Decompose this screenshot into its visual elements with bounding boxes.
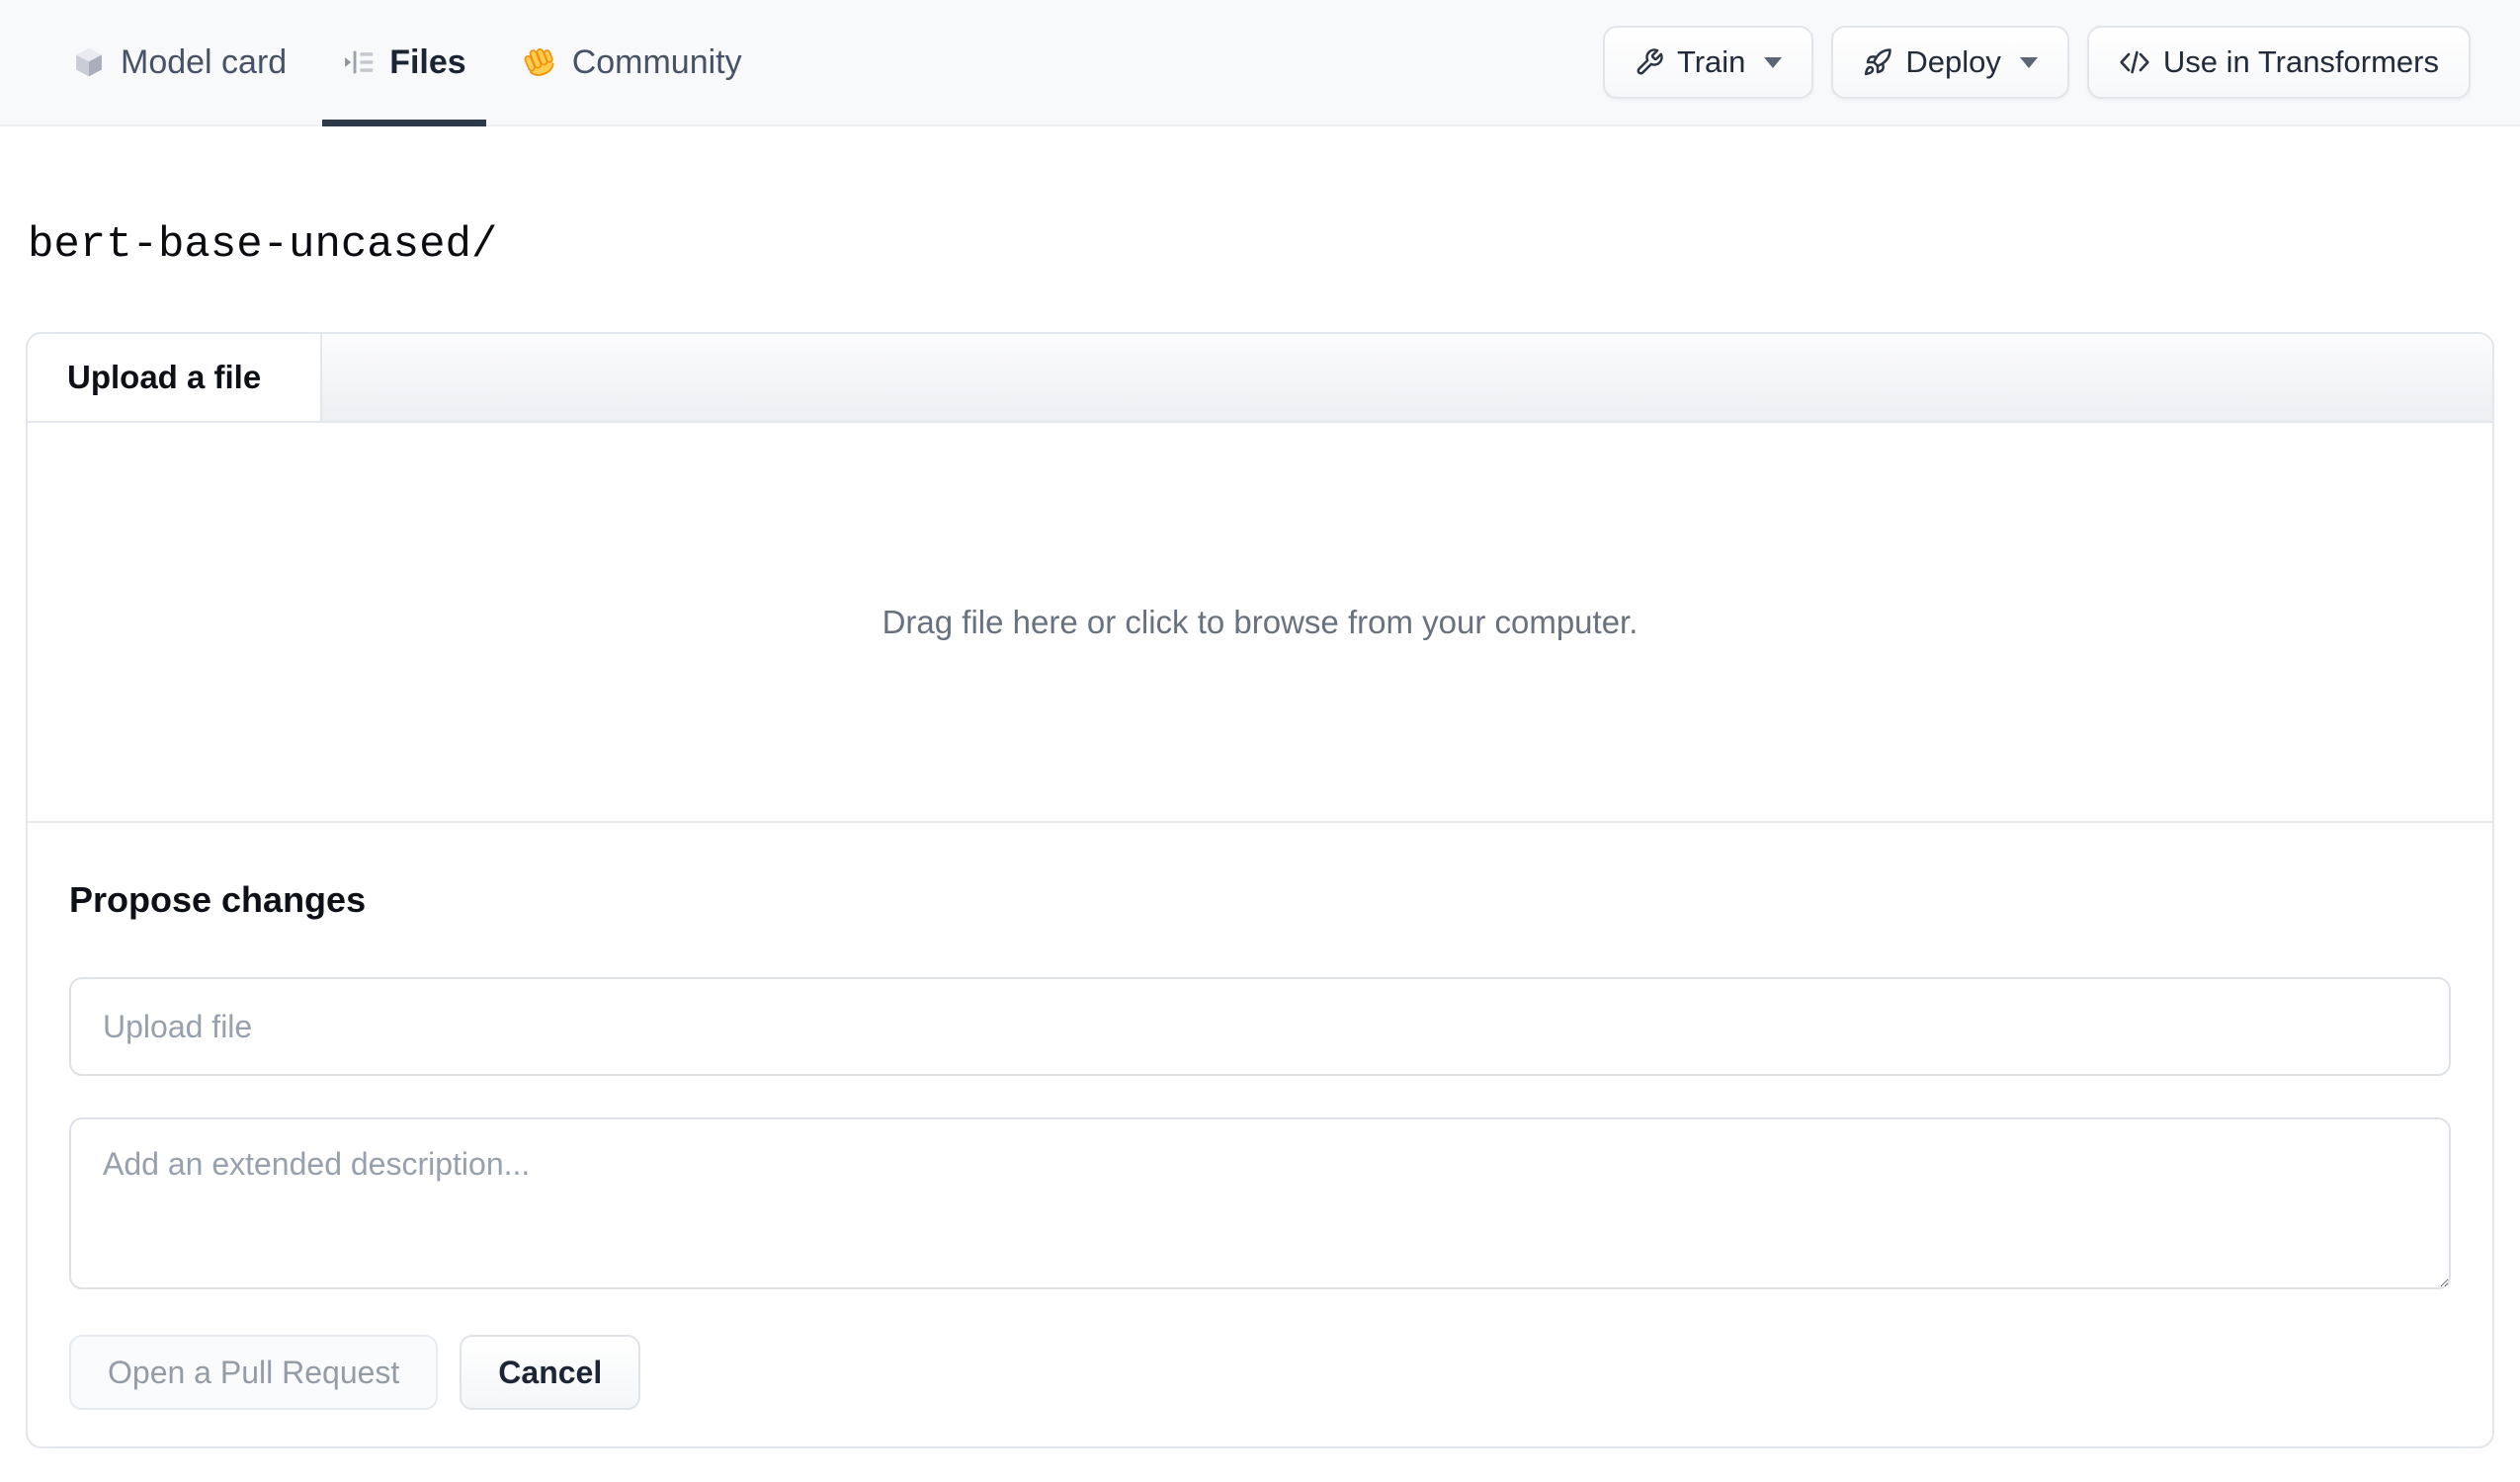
tab-files[interactable]: Files bbox=[322, 0, 487, 126]
rocket-icon bbox=[1863, 47, 1892, 77]
filename-input[interactable] bbox=[69, 977, 2451, 1076]
tab-community-label: Community bbox=[571, 42, 742, 81]
train-button-label: Train bbox=[1676, 44, 1746, 79]
cancel-button[interactable]: Cancel bbox=[460, 1335, 641, 1410]
dropzone-text: Drag file here or click to browse from y… bbox=[882, 603, 1638, 640]
propose-changes-section: Propose changes Open a Pull Request Canc… bbox=[28, 821, 2492, 1446]
open-pull-request-button[interactable]: Open a Pull Request bbox=[69, 1335, 439, 1410]
repo-tab-bar: Model card Files Community bbox=[51, 0, 762, 126]
deploy-button[interactable]: Deploy bbox=[1831, 26, 2069, 99]
train-button[interactable]: Train bbox=[1602, 26, 1814, 99]
tab-model-card-label: Model card bbox=[121, 42, 288, 81]
code-icon bbox=[2119, 46, 2150, 78]
propose-changes-heading: Propose changes bbox=[69, 879, 367, 920]
repo-action-buttons: Train Deploy Use in Transformers bbox=[1602, 0, 2471, 124]
list-tree-icon bbox=[342, 45, 376, 79]
upload-card: Upload a file Drag file here or click to… bbox=[26, 332, 2494, 1448]
wrench-icon bbox=[1635, 47, 1664, 77]
use-in-transformers-button[interactable]: Use in Transformers bbox=[2086, 26, 2471, 99]
upload-card-tabstrip: Upload a file bbox=[28, 334, 2492, 423]
chevron-down-icon bbox=[1764, 56, 1783, 68]
use-in-transformers-label: Use in Transformers bbox=[2162, 44, 2439, 79]
breadcrumb[interactable]: bert-base-uncased/ bbox=[28, 219, 497, 271]
tab-upload-a-file[interactable]: Upload a file bbox=[28, 334, 322, 421]
tab-model-card[interactable]: Model card bbox=[51, 0, 306, 124]
tab-files-label: Files bbox=[389, 42, 466, 81]
deploy-button-label: Deploy bbox=[1905, 44, 2001, 79]
waving-hand-icon bbox=[522, 44, 558, 81]
propose-actions-row: Open a Pull Request Cancel bbox=[69, 1335, 2451, 1410]
cube-icon bbox=[71, 44, 107, 80]
repo-header: Model card Files Community Train Deploy … bbox=[0, 0, 2520, 126]
chevron-down-icon bbox=[2019, 56, 2038, 68]
file-dropzone[interactable]: Drag file here or click to browse from y… bbox=[28, 423, 2492, 821]
description-textarea[interactable] bbox=[69, 1117, 2451, 1289]
tab-community[interactable]: Community bbox=[502, 0, 762, 124]
files-page: bert-base-uncased/ Upload a file Drag fi… bbox=[0, 126, 2520, 1448]
